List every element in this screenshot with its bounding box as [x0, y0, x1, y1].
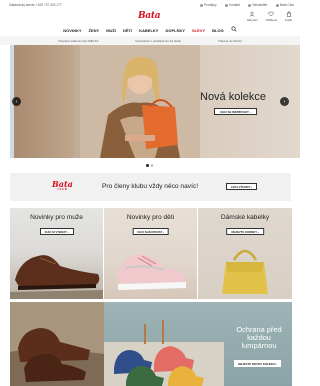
account-button[interactable]: Můj účet: [247, 11, 258, 22]
nav-item-blog[interactable]: BLOG: [212, 26, 224, 35]
mail-icon: [247, 3, 251, 7]
club-banner: Bata CLUB Pro členy klubu vždy něco naví…: [10, 173, 291, 201]
benefits-strip: Doprava zdarma nad 1499 Kč Vyzvednutí v …: [0, 36, 300, 45]
tile-men-new[interactable]: Novinky pro muže CHCI SI VYBRAT ›: [10, 208, 103, 299]
tile-title: Dámské kabelky: [220, 214, 270, 221]
tile-kids-new[interactable]: Novinky pro děti CHCI NAKUPOVAT ›: [104, 208, 197, 299]
contact-link[interactable]: Kontakt: [224, 3, 240, 7]
nav-item-novinky[interactable]: NOVINKY: [63, 26, 81, 35]
hero-title: Nová kolekce: [200, 91, 267, 103]
header-actions: Můj účet Oblíbené Košík: [247, 11, 292, 22]
men-shoes-photo: [10, 302, 104, 386]
location-icon: [199, 3, 203, 7]
carousel-pagination: [146, 164, 153, 167]
carousel-prev-button[interactable]: ‹: [12, 97, 21, 106]
club-cta-button[interactable]: CHCI VÝHODY ›: [226, 183, 258, 190]
nav-item-zeny[interactable]: ŽENY: [89, 26, 100, 35]
tile-handbags-button[interactable]: OBJEVTE KORNKY ›: [226, 228, 264, 235]
men-shoe-image: [10, 255, 103, 299]
nav-item-doplnky[interactable]: DOPLŇKY: [165, 26, 185, 35]
benefit-returns: Vrácení do 30 dní: [217, 38, 242, 43]
yellow-handbag-image: [222, 249, 268, 294]
hero-background: [14, 45, 74, 158]
nav-item-deti[interactable]: DĚTI: [123, 26, 132, 35]
carousel-next-button[interactable]: ›: [280, 97, 289, 106]
kids-sneaker-image: [118, 254, 186, 290]
nav-item-kabelky[interactable]: KABELKY: [139, 26, 158, 35]
carousel-dot-active[interactable]: [146, 164, 149, 167]
tile-men-button[interactable]: CHCI SI VYBRAT ›: [39, 228, 74, 235]
club-icon: [275, 3, 279, 7]
kids-banner-button[interactable]: OBJEVTE NOVOU KOLEKCI ›: [234, 360, 282, 367]
cart-label: Košík: [285, 18, 292, 22]
kids-protection-banner[interactable]: Ochrana před každou lumpárnou OBJEVTE NO…: [104, 302, 292, 386]
kids-banner-title: Ochrana před každou lumpárnou: [236, 325, 282, 350]
search-icon[interactable]: [231, 26, 237, 32]
hero-banner[interactable]: Nová kolekce CHCI SE INSPIROVAT ›: [10, 45, 300, 158]
customer-service-phone[interactable]: Zákaznický servis: +420 737 002 177: [9, 3, 62, 7]
wishlist-button[interactable]: Oblíbené: [266, 11, 277, 22]
main-navigation: NOVINKY ŽENY MUŽI DĚTI KABELKY DOPLŇKY S…: [0, 26, 300, 35]
account-label: Můj účet: [247, 18, 258, 22]
carousel-dot[interactable]: [150, 164, 153, 167]
nav-item-muzi[interactable]: MUŽI: [106, 26, 116, 35]
hero-model-image: [80, 45, 200, 158]
club-text: Pro členy klubu vždy něco navíc!: [102, 183, 199, 190]
utility-links: Prodejny Kontakt Newsletter Bata Club: [199, 3, 294, 7]
wishlist-label: Oblíbené: [265, 18, 277, 22]
kids-shoes-photo: [104, 320, 224, 386]
tile-title: Novinky pro muže: [30, 214, 83, 221]
tile-kids-button[interactable]: CHCI NAKUPOVAT ›: [132, 228, 169, 235]
chevron-right-icon: ›: [283, 98, 286, 105]
tile-handbags[interactable]: Dámské kabelky OBJEVTE KORNKY ›: [198, 208, 292, 299]
nav-item-slevy[interactable]: SLEVY: [192, 26, 205, 35]
newsletter-link[interactable]: Newsletter: [247, 3, 268, 7]
cart-button[interactable]: Košík: [285, 11, 292, 22]
benefit-free-shipping: Doprava zdarma nad 1499 Kč: [58, 38, 99, 43]
chevron-left-icon: ‹: [15, 98, 18, 105]
benefit-pickup: Vyzvednutí v prodejně do 24 hodin: [135, 38, 182, 43]
hero-cta-button[interactable]: CHCI SE INSPIROVAT ›: [214, 108, 257, 115]
user-icon: [250, 11, 255, 17]
heart-icon: [268, 11, 274, 17]
bag-icon: [286, 11, 291, 17]
phone-icon: [224, 3, 228, 7]
bata-club-link[interactable]: Bata Club: [275, 3, 294, 7]
utility-bar: Zákaznický servis: +420 737 002 177 Prod…: [0, 0, 300, 10]
stores-link[interactable]: Prodejny: [199, 3, 217, 7]
bata-logo[interactable]: Bata: [138, 11, 161, 21]
bata-club-logo: Bata CLUB: [52, 180, 73, 191]
tile-title: Novinky pro děti: [126, 214, 175, 221]
